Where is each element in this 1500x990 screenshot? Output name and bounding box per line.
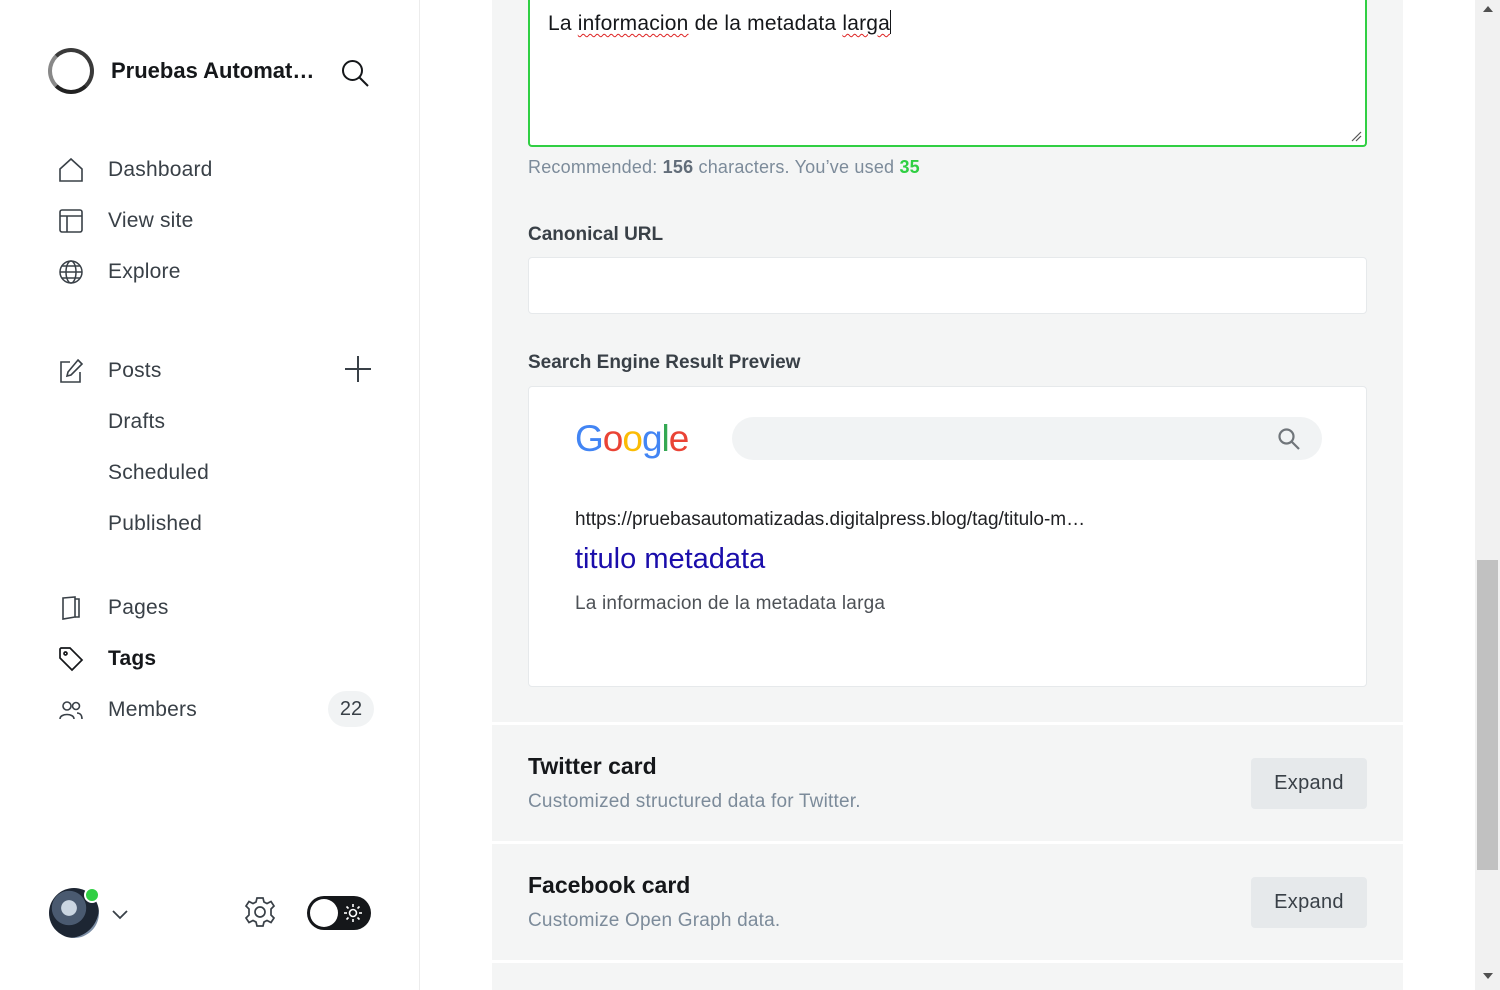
hint-middle: characters. You’ve used xyxy=(693,157,900,177)
resize-grip-icon[interactable] xyxy=(1350,130,1362,142)
nav-item-dashboard[interactable]: Dashboard xyxy=(57,150,377,190)
serp-preview-label: Search Engine Result Preview xyxy=(528,352,801,373)
tag-icon xyxy=(57,645,85,673)
facebook-card-section: Facebook card Customize Open Graph data.… xyxy=(492,842,1403,960)
sidebar: Pruebas Automatizadas Dashboard View sit… xyxy=(0,0,420,990)
nav-item-posts[interactable]: Posts xyxy=(57,351,377,391)
google-search-bar xyxy=(732,417,1322,460)
serp-url: https://pruebasautomatizadas.digitalpres… xyxy=(575,509,1095,530)
globe-icon xyxy=(57,258,85,286)
search-icon xyxy=(1278,428,1300,450)
nav-label-pages: Pages xyxy=(108,596,169,619)
home-icon xyxy=(57,156,85,184)
nav-label-tags: Tags xyxy=(108,647,157,670)
members-count-badge: 22 xyxy=(328,691,374,727)
facebook-card-title: Facebook card xyxy=(528,872,691,898)
scroll-down-arrow-icon[interactable] xyxy=(1483,973,1493,979)
scrollbar-thumb[interactable] xyxy=(1477,560,1498,870)
nav-item-drafts[interactable]: Drafts xyxy=(108,402,165,442)
members-icon xyxy=(57,696,85,724)
site-logo-icon xyxy=(48,48,94,94)
site-brand[interactable]: Pruebas Automatizadas xyxy=(48,48,316,94)
theme-toggle[interactable] xyxy=(307,896,371,930)
canonical-url-label: Canonical URL xyxy=(528,224,664,245)
layout-icon xyxy=(57,207,85,235)
twitter-card-title: Twitter card xyxy=(528,753,657,779)
nav-label-view-site: View site xyxy=(108,209,194,232)
search-icon[interactable] xyxy=(340,58,370,88)
canonical-url-input[interactable] xyxy=(528,257,1367,314)
main-content: La informacion de la metadata larga Reco… xyxy=(420,0,1475,990)
sidebar-footer xyxy=(0,880,420,950)
page-icon xyxy=(57,594,85,622)
meta-description-text-2: informacion xyxy=(577,12,689,35)
nav-item-pages[interactable]: Pages xyxy=(57,588,377,628)
nav-item-published[interactable]: Published xyxy=(108,504,202,544)
google-logo: Google xyxy=(575,418,689,459)
meta-description-text-1: La xyxy=(548,12,578,35)
chevron-down-icon[interactable] xyxy=(110,904,130,924)
hint-prefix: Recommended: xyxy=(528,157,663,177)
nav-item-scheduled[interactable]: Scheduled xyxy=(108,453,209,493)
facebook-card-description: Customize Open Graph data. xyxy=(528,910,781,931)
twitter-card-description: Customized structured data for Twitter. xyxy=(528,791,861,812)
facebook-card-expand-button[interactable]: Expand xyxy=(1251,877,1367,928)
hint-used-count: 35 xyxy=(899,157,920,177)
page-scrollbar[interactable] xyxy=(1475,0,1500,990)
online-status-indicator xyxy=(84,887,100,903)
text-caret xyxy=(890,10,892,34)
twitter-card-section: Twitter card Customized structured data … xyxy=(492,723,1403,841)
meta-description-text-3: de la metadata xyxy=(688,12,843,35)
nav-item-tags[interactable]: Tags xyxy=(57,639,377,679)
toggle-knob xyxy=(310,899,338,927)
nav-label-explore: Explore xyxy=(108,260,181,283)
nav-item-explore[interactable]: Explore xyxy=(57,252,377,292)
sun-icon xyxy=(344,904,362,922)
nav-label-dashboard: Dashboard xyxy=(108,158,213,181)
edit-icon xyxy=(57,357,85,385)
site-title: Pruebas Automatizadas xyxy=(111,58,316,83)
add-post-icon[interactable] xyxy=(343,354,373,384)
next-card-section xyxy=(492,961,1403,990)
serp-description: La informacion de la metadata larga xyxy=(575,593,886,614)
nav-label-members: Members xyxy=(108,698,197,721)
meta-description-hint: Recommended: 156 characters. You’ve used… xyxy=(528,157,920,178)
settings-gear-icon[interactable] xyxy=(243,895,277,929)
twitter-card-expand-button[interactable]: Expand xyxy=(1251,758,1367,809)
nav-item-view-site[interactable]: View site xyxy=(57,201,377,241)
meta-description-textarea[interactable]: La informacion de la metadata larga xyxy=(528,0,1367,147)
meta-description-text-4: larga xyxy=(842,12,891,35)
nav-label-posts: Posts xyxy=(108,359,162,382)
scroll-up-arrow-icon[interactable] xyxy=(1483,6,1493,12)
serp-title: titulo metadata xyxy=(575,543,766,575)
hint-recommended-count: 156 xyxy=(662,157,694,177)
search-result-preview: Google https://pruebasautomatizadas.digi… xyxy=(528,386,1367,687)
